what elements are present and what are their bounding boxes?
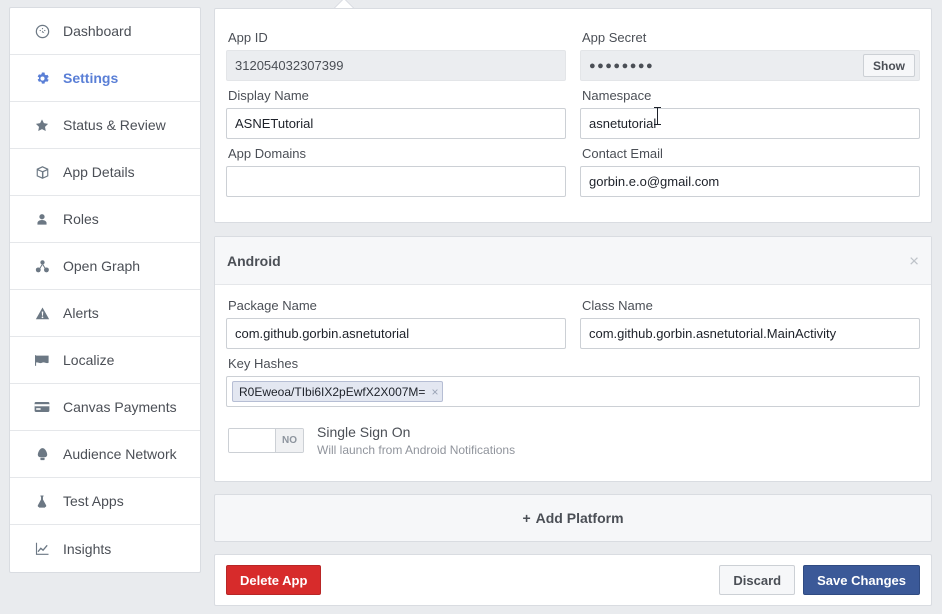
sidebar-item-label: Insights: [63, 542, 111, 556]
chart-icon: [31, 540, 53, 558]
android-platform-panel: Android × Package Name com.github.gorbin…: [214, 236, 932, 482]
display-name-label: Display Name: [226, 81, 566, 108]
field-namespace: Namespace asnetutorial: [580, 81, 920, 139]
sidebar-item-alerts[interactable]: Alerts: [10, 290, 200, 337]
single-sign-on-title: Single Sign On: [317, 424, 515, 442]
save-changes-button[interactable]: Save Changes: [803, 565, 920, 595]
app-secret-label: App Secret: [580, 23, 920, 50]
android-panel-title: Android: [227, 253, 281, 269]
sidebar-item-app-details[interactable]: App Details: [10, 149, 200, 196]
basic-settings-panel: App ID 312054032307399 App Secret ●●●●●●…: [214, 8, 932, 223]
credit-card-icon: [31, 398, 53, 416]
sidebar-item-roles[interactable]: Roles: [10, 196, 200, 243]
field-package-name: Package Name com.github.gorbin.asnetutor…: [226, 291, 566, 349]
sidebar-item-status-and-review[interactable]: Status & Review: [10, 102, 200, 149]
single-sign-on-row: NO Single Sign On Will launch from Andro…: [228, 424, 920, 458]
sidebar-item-label: Canvas Payments: [63, 400, 177, 414]
key-hashes-input[interactable]: R0Eweoa/TIbi6IX2pEwfX2X007M= ×: [226, 376, 920, 407]
android-panel-header: Android ×: [215, 237, 931, 285]
add-platform-label: Add Platform: [536, 510, 624, 526]
sidebar-item-open-graph[interactable]: Open Graph: [10, 243, 200, 290]
toggle-state-label: NO: [276, 429, 303, 452]
row-package-class: Package Name com.github.gorbin.asnetutor…: [226, 291, 920, 349]
app-secret-input[interactable]: ●●●●●●●● Show: [580, 50, 920, 81]
app-secret-masked-value: ●●●●●●●●: [589, 60, 654, 72]
warning-icon: [31, 304, 53, 322]
sidebar-item-insights[interactable]: Insights: [10, 525, 200, 572]
row-display-name-namespace: Display Name ASNETutorial Namespace asne…: [226, 81, 920, 139]
remove-token-icon[interactable]: ×: [431, 385, 438, 399]
sidebar-item-settings[interactable]: Settings: [10, 55, 200, 102]
sidebar-item-label: Localize: [63, 353, 114, 367]
class-name-input[interactable]: com.github.gorbin.asnetutorial.MainActiv…: [580, 318, 920, 349]
sidebar-item-label: Alerts: [63, 306, 99, 320]
sidebar-item-dashboard[interactable]: Dashboard: [10, 8, 200, 55]
toggle-knob: [229, 429, 276, 452]
sidebar-item-label: Settings: [63, 71, 118, 85]
field-contact-email: Contact Email gorbin.e.o@gmail.com: [580, 139, 920, 197]
contact-email-label: Contact Email: [580, 139, 920, 166]
discard-button[interactable]: Discard: [719, 565, 795, 595]
app-domains-label: App Domains: [226, 139, 566, 166]
namespace-input[interactable]: asnetutorial: [580, 108, 920, 139]
flag-icon: [31, 351, 53, 369]
box-icon: [31, 163, 53, 181]
single-sign-on-toggle[interactable]: NO: [228, 428, 304, 453]
gear-icon: [31, 69, 53, 87]
package-name-input[interactable]: com.github.gorbin.asnetutorial: [226, 318, 566, 349]
sidebar-item-label: Roles: [63, 212, 99, 226]
sidebar-item-label: Dashboard: [63, 24, 132, 38]
class-name-label: Class Name: [580, 291, 920, 318]
field-app-domains: App Domains: [226, 139, 566, 197]
flask-icon: [31, 492, 53, 510]
sidebar-item-audience-network[interactable]: Audience Network: [10, 431, 200, 478]
field-app-secret: App Secret ●●●●●●●● Show: [580, 23, 920, 81]
sidebar-item-canvas-payments[interactable]: Canvas Payments: [10, 384, 200, 431]
audience-network-icon: [31, 445, 53, 463]
row-app-id-secret: App ID 312054032307399 App Secret ●●●●●●…: [226, 23, 920, 81]
sidebar-item-label: Test Apps: [63, 494, 124, 508]
field-class-name: Class Name com.github.gorbin.asnetutoria…: [580, 291, 920, 349]
add-platform-button[interactable]: + Add Platform: [214, 494, 932, 542]
star-icon: [31, 116, 53, 134]
delete-app-button[interactable]: Delete App: [226, 565, 321, 595]
person-icon: [31, 210, 53, 228]
field-key-hashes: Key Hashes R0Eweoa/TIbi6IX2pEwfX2X007M= …: [226, 349, 920, 407]
action-bar: Delete App Discard Save Changes: [214, 554, 932, 606]
namespace-label: Namespace: [580, 81, 920, 108]
app-id-input[interactable]: 312054032307399: [226, 50, 566, 81]
key-hash-token[interactable]: R0Eweoa/TIbi6IX2pEwfX2X007M= ×: [232, 381, 443, 402]
sidebar-item-test-apps[interactable]: Test Apps: [10, 478, 200, 525]
package-name-label: Package Name: [226, 291, 566, 318]
app-settings-page: Dashboard Settings Status & Review: [0, 0, 942, 614]
key-hash-token-text: R0Eweoa/TIbi6IX2pEwfX2X007M=: [239, 385, 425, 399]
single-sign-on-text: Single Sign On Will launch from Android …: [317, 424, 515, 458]
field-app-id: App ID 312054032307399: [226, 23, 566, 81]
single-sign-on-subtitle: Will launch from Android Notifications: [317, 443, 515, 458]
row-app-domains-contact-email: App Domains Contact Email gorbin.e.o@gma…: [226, 139, 920, 197]
app-id-label: App ID: [226, 23, 566, 50]
field-display-name: Display Name ASNETutorial: [226, 81, 566, 139]
sidebar-nav: Dashboard Settings Status & Review: [9, 7, 201, 573]
show-secret-button[interactable]: Show: [863, 54, 915, 77]
dashboard-icon: [31, 22, 53, 40]
key-hashes-label: Key Hashes: [226, 349, 920, 376]
add-platform-plus-icon: +: [522, 510, 530, 526]
open-graph-icon: [31, 257, 53, 275]
android-panel-body: Package Name com.github.gorbin.asnetutor…: [215, 285, 931, 458]
sidebar-item-label: Open Graph: [63, 259, 140, 273]
sidebar-item-localize[interactable]: Localize: [10, 337, 200, 384]
sidebar-item-label: Status & Review: [63, 118, 166, 132]
sidebar-item-label: Audience Network: [63, 447, 177, 461]
sidebar-item-label: App Details: [63, 165, 135, 179]
display-name-input[interactable]: ASNETutorial: [226, 108, 566, 139]
contact-email-input[interactable]: gorbin.e.o@gmail.com: [580, 166, 920, 197]
close-icon[interactable]: ×: [909, 252, 919, 269]
app-domains-input[interactable]: [226, 166, 566, 197]
